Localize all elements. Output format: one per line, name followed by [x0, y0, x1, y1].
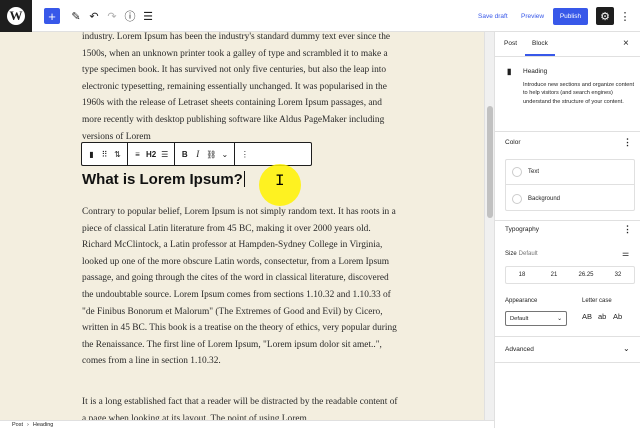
- active-tab-indicator: [525, 54, 555, 56]
- heading-block[interactable]: What is Lorem Ipsum?: [82, 171, 245, 188]
- font-size-option[interactable]: 21: [538, 267, 570, 283]
- paragraph-block[interactable]: It is a long established fact that a rea…: [82, 394, 402, 420]
- link-icon[interactable]: ⛓: [204, 145, 218, 163]
- chevron-down-icon[interactable]: ⌄: [218, 145, 231, 163]
- pencil-icon[interactable]: ✎: [68, 7, 84, 25]
- sidebar-tabs: Post Block ×: [495, 32, 640, 57]
- text-align-icon[interactable]: ☰: [158, 145, 171, 163]
- publish-button[interactable]: Publish: [553, 8, 588, 25]
- more-vertical-icon[interactable]: ⋮: [619, 7, 631, 25]
- editor-scrollbar[interactable]: [484, 32, 494, 420]
- align-icon[interactable]: ≡: [131, 145, 144, 163]
- capitalize-button[interactable]: Ab: [613, 312, 622, 321]
- uppercase-button[interactable]: AB: [582, 312, 592, 321]
- editor-canvas[interactable]: industry. Lorem Ipsum has been the indus…: [0, 32, 484, 420]
- save-draft-button[interactable]: Save draft: [478, 7, 508, 25]
- font-size-option[interactable]: 18: [506, 267, 538, 283]
- bookmark-block-icon[interactable]: ▮: [85, 145, 98, 163]
- block-type-group: ▮ ⠿ ⇅: [82, 143, 128, 165]
- text-color-option[interactable]: Text: [506, 160, 634, 185]
- typography-options-icon[interactable]: ⋮: [623, 224, 632, 235]
- tab-block[interactable]: Block: [532, 40, 548, 47]
- chevron-down-icon: ⌄: [557, 315, 562, 322]
- font-size-picker: 18 21 26.25 32: [505, 266, 635, 284]
- list-view-icon[interactable]: ☰: [140, 7, 156, 25]
- drag-handle-icon[interactable]: ⠿: [98, 145, 111, 163]
- breadcrumb-item-post[interactable]: Post: [12, 422, 23, 428]
- letter-case-label: Letter case: [582, 298, 612, 304]
- info-icon[interactable]: ⓘ: [122, 7, 138, 25]
- color-settings: Text Background: [505, 159, 635, 211]
- background-color-option[interactable]: Background: [506, 186, 634, 211]
- block-options-button[interactable]: ⋮: [238, 145, 251, 163]
- background-color-swatch-icon: [512, 193, 522, 204]
- heading-controls-group: ≡ H2 ☰: [128, 143, 176, 165]
- move-up-down-icon[interactable]: ⇅: [111, 145, 124, 163]
- paragraph-block[interactable]: industry. Lorem Ipsum has been the indus…: [82, 32, 402, 145]
- paragraph-block[interactable]: Contrary to popular belief, Lorem Ipsum …: [82, 204, 402, 370]
- tab-post[interactable]: Post: [504, 40, 517, 47]
- text-color-label: Text: [528, 169, 540, 175]
- preview-button[interactable]: Preview: [521, 7, 544, 25]
- wordpress-logo-icon: W: [7, 7, 25, 25]
- text-color-swatch-icon: [512, 167, 522, 177]
- settings-sidebar: Post Block × ▮ Heading Introduce new sec…: [494, 32, 640, 428]
- color-section-title: Color: [505, 139, 521, 146]
- background-color-label: Background: [528, 195, 561, 202]
- chevron-down-icon[interactable]: ⌄: [623, 344, 630, 353]
- format-group: B I ⛓ ⌄: [175, 143, 236, 165]
- chevron-right-icon: ›: [27, 421, 29, 428]
- add-block-button[interactable]: +: [44, 8, 60, 24]
- typography-section-title: Typography: [505, 226, 539, 233]
- heading-text: What is Lorem Ipsum?: [82, 171, 243, 188]
- wordpress-logo-button[interactable]: W: [0, 0, 32, 32]
- size-default-text: Default: [518, 251, 538, 257]
- close-icon[interactable]: ×: [623, 38, 629, 49]
- breadcrumb: Post › Heading: [0, 420, 494, 428]
- divider: [495, 362, 640, 363]
- appearance-label: Appearance: [505, 298, 538, 304]
- block-toolbar: ▮ ⠿ ⇅ ≡ H2 ☰ B I ⛓ ⌄ ⋮: [81, 142, 312, 166]
- redo-icon[interactable]: ↷: [104, 7, 120, 25]
- options-group: ⋮: [235, 143, 254, 165]
- advanced-panel-toggle[interactable]: Advanced: [505, 346, 534, 353]
- divider: [495, 336, 640, 337]
- color-options-icon[interactable]: ⋮: [623, 137, 632, 148]
- block-card: ▮ Heading Introduce new sections and org…: [495, 57, 640, 132]
- appearance-select-value: Default: [510, 315, 529, 322]
- custom-size-sliders-icon[interactable]: ⚌: [622, 249, 629, 258]
- size-label-text: Size: [505, 251, 517, 257]
- top-toolbar: W + ✎ ↶ ↷ ⓘ ☰ Save draft Preview Publish…: [0, 0, 640, 32]
- text-cursor-icon: I: [275, 172, 285, 190]
- appearance-select[interactable]: Default ⌄: [505, 311, 567, 326]
- font-size-option[interactable]: 32: [602, 267, 634, 283]
- divider: [495, 220, 640, 221]
- scrollbar-thumb[interactable]: [487, 106, 493, 218]
- italic-button[interactable]: I: [191, 145, 204, 163]
- heading-level-button[interactable]: H2: [144, 145, 158, 163]
- text-caret: [243, 171, 245, 187]
- undo-icon[interactable]: ↶: [86, 7, 102, 25]
- lowercase-button[interactable]: ab: [598, 312, 606, 321]
- block-card-title: Heading: [523, 68, 548, 75]
- font-size-option[interactable]: 26.25: [570, 267, 602, 283]
- breadcrumb-item-heading[interactable]: Heading: [33, 422, 54, 428]
- block-card-description: Introduce new sections and organize cont…: [523, 82, 635, 105]
- bookmark-icon: ▮: [507, 67, 512, 76]
- settings-gear-icon[interactable]: ⚙: [596, 7, 614, 25]
- bold-button[interactable]: B: [178, 145, 191, 163]
- font-size-label: Size Default: [505, 251, 538, 257]
